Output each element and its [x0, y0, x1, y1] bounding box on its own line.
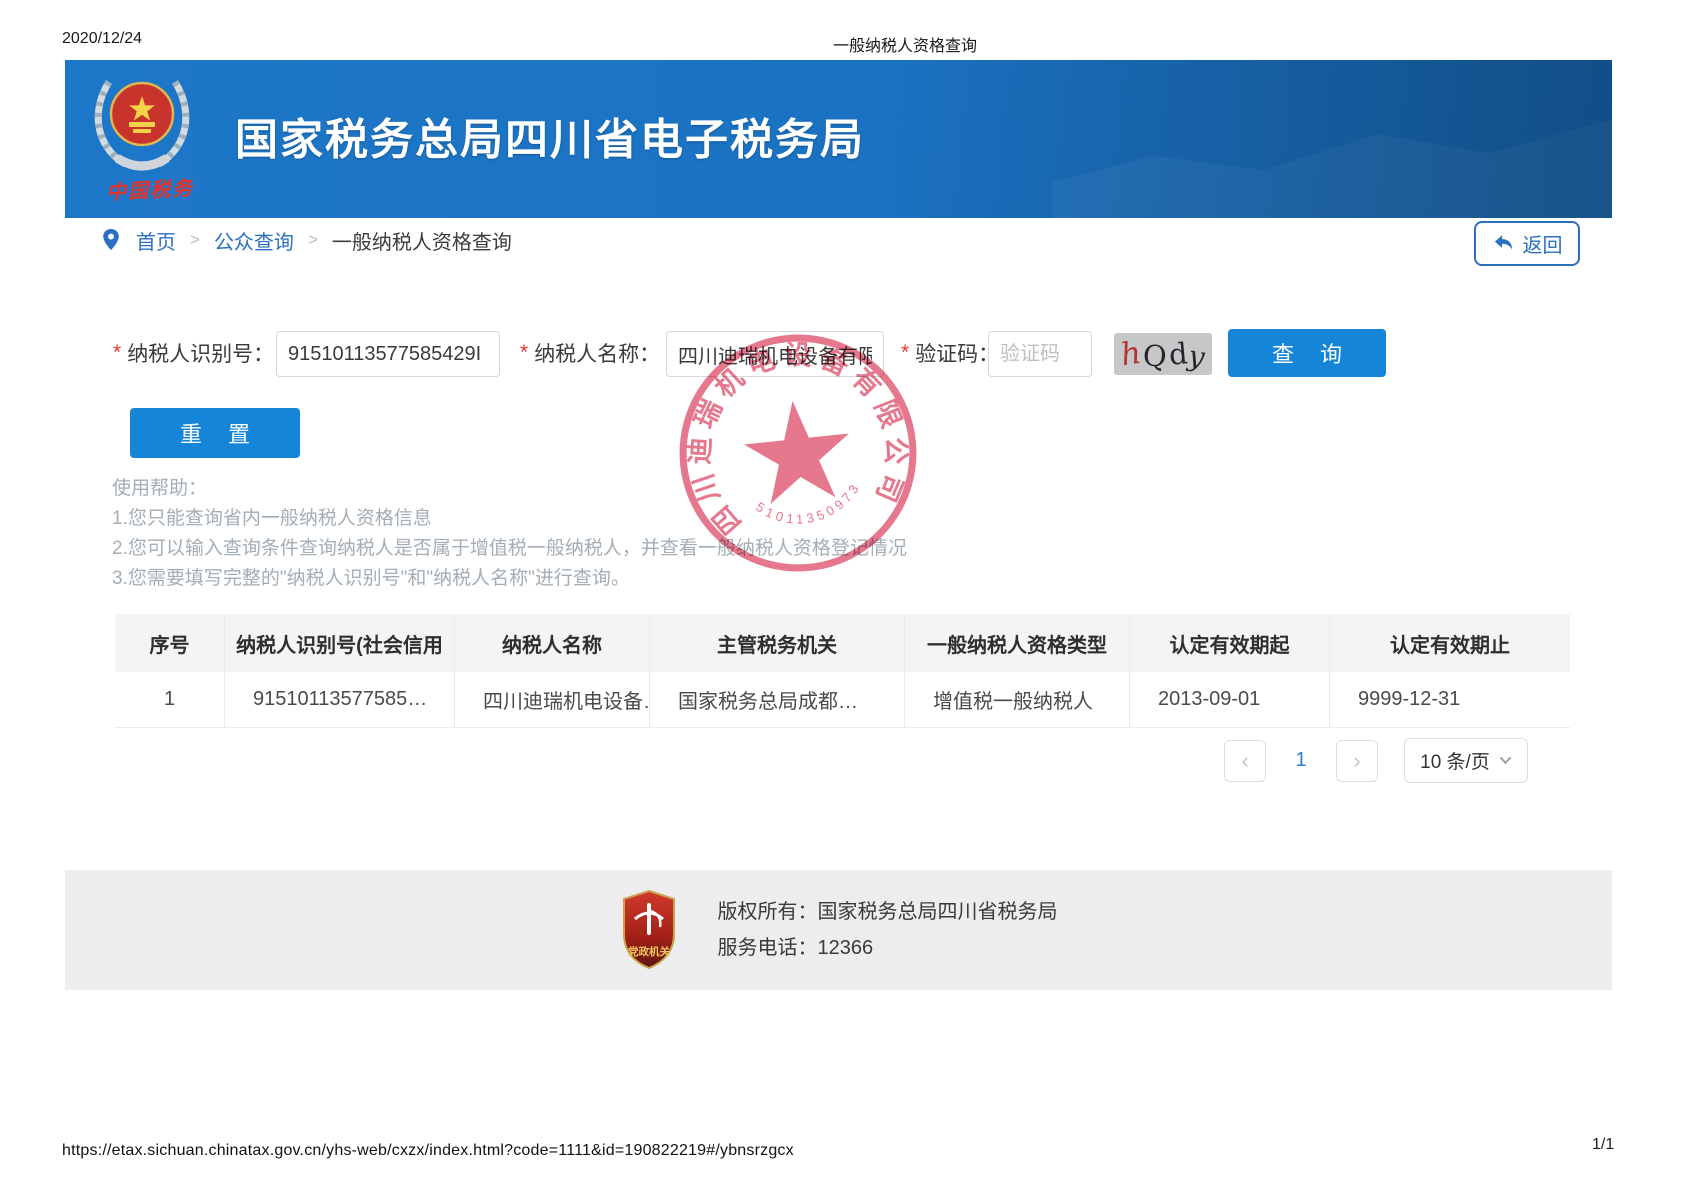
service-phone-line: 服务电话：12366	[718, 930, 1058, 966]
captcha-image[interactable]: h Q d y	[1114, 333, 1212, 375]
help-line: 2.您可以输入查询条件查询纳税人是否属于增值税一般纳税人，并查看一般纳税人资格登…	[112, 534, 907, 564]
prev-page-button[interactable]: ‹	[1224, 740, 1266, 782]
national-emblem-icon	[87, 70, 197, 174]
copyright-line: 版权所有：国家税务总局四川省税务局	[718, 894, 1058, 930]
cell-index: 1	[115, 672, 225, 727]
col-header-taxpayer-id: 纳税人识别号(社会信用	[225, 614, 455, 672]
site-banner: 中国税务 国家税务总局四川省电子税务局	[65, 60, 1612, 218]
query-button[interactable]: 查 询	[1228, 329, 1386, 377]
pagination: ‹ 1 › 10 条/页	[1224, 738, 1528, 783]
taxpayer-id-input[interactable]	[276, 331, 500, 377]
reset-button[interactable]: 重 置	[130, 408, 300, 458]
tax-emblem-logo	[87, 70, 217, 174]
back-button-label: 返回	[1523, 229, 1563, 258]
usage-help: 使用帮助： 1.您只能查询省内一般纳税人资格信息 2.您可以输入查询条件查询纳税…	[112, 474, 907, 594]
location-pin-icon	[100, 227, 122, 253]
logo-caption: 中国税务	[74, 170, 225, 207]
results-table: 序号 纳税人识别号(社会信用 纳税人名称 主管税务机关 一般纳税人资格类型 认定…	[115, 614, 1570, 728]
print-page-title: 一般纳税人资格查询	[833, 32, 977, 56]
print-date: 2020/12/24	[62, 30, 142, 48]
breadcrumb-separator: >	[190, 230, 200, 250]
captcha-input[interactable]	[988, 331, 1092, 377]
required-mark: *	[901, 341, 909, 365]
captcha-label: * 验证码：	[901, 338, 999, 368]
back-button[interactable]: 返回	[1474, 221, 1580, 266]
breadcrumb-home[interactable]: 首页	[136, 226, 176, 255]
taxpayer-name-input[interactable]	[666, 331, 884, 377]
col-header-taxpayer-name: 纳税人名称	[455, 614, 650, 672]
current-page[interactable]: 1	[1266, 749, 1336, 772]
government-badge-icon: 党政机关	[620, 889, 678, 971]
help-line: 1.您只能查询省内一般纳税人资格信息	[112, 504, 907, 534]
col-header-index: 序号	[115, 614, 225, 672]
taxpayer-name-label: * 纳税人名称：	[520, 338, 660, 368]
chevron-down-icon	[1499, 756, 1512, 765]
footer-text: 版权所有：国家税务总局四川省税务局 服务电话：12366	[718, 894, 1058, 966]
print-url: https://etax.sichuan.chinatax.gov.cn/yhs…	[62, 1142, 794, 1160]
page-size-select[interactable]: 10 条/页	[1404, 738, 1528, 783]
next-page-button[interactable]: ›	[1336, 740, 1378, 782]
print-page-indicator: 1/1	[1592, 1136, 1614, 1154]
taxpayer-id-label: * 纳税人识别号：	[113, 338, 274, 368]
table-row: 1 91510113577585… 四川迪瑞机电设备… 国家税务总局成都… 增值…	[115, 672, 1570, 728]
cell-tax-authority: 国家税务总局成都…	[650, 672, 905, 727]
col-header-valid-to: 认定有效期止	[1330, 614, 1570, 672]
cell-taxpayer-id: 91510113577585…	[225, 672, 455, 727]
required-mark: *	[520, 341, 528, 365]
breadcrumb-public-query[interactable]: 公众查询	[214, 226, 294, 255]
great-wall-texture	[1052, 98, 1612, 218]
page-size-value: 10 条/页	[1420, 747, 1490, 774]
site-title: 国家税务总局四川省电子税务局	[235, 106, 865, 168]
table-header-row: 序号 纳税人识别号(社会信用 纳税人名称 主管税务机关 一般纳税人资格类型 认定…	[115, 614, 1570, 672]
required-mark: *	[113, 341, 121, 365]
page-footer: 党政机关 版权所有：国家税务总局四川省税务局 服务电话：12366	[65, 870, 1612, 990]
cell-valid-to: 9999-12-31	[1330, 672, 1570, 727]
col-header-tax-authority: 主管税务机关	[650, 614, 905, 672]
cell-taxpayer-name: 四川迪瑞机电设备…	[455, 672, 650, 727]
badge-label: 党政机关	[628, 945, 670, 958]
cell-valid-from: 2013-09-01	[1130, 672, 1330, 727]
back-arrow-icon	[1492, 232, 1515, 255]
cell-qualification-type: 增值税一般纳税人	[905, 672, 1130, 727]
col-header-qualification-type: 一般纳税人资格类型	[905, 614, 1130, 672]
help-title: 使用帮助：	[112, 474, 907, 504]
col-header-valid-from: 认定有效期起	[1130, 614, 1330, 672]
breadcrumb-current: 一般纳税人资格查询	[332, 226, 512, 255]
help-line: 3.您需要填写完整的"纳税人识别号"和"纳税人名称"进行查询。	[112, 564, 907, 594]
breadcrumb-separator: >	[308, 230, 318, 250]
breadcrumb: 首页 > 公众查询 > 一般纳税人资格查询	[100, 222, 512, 258]
